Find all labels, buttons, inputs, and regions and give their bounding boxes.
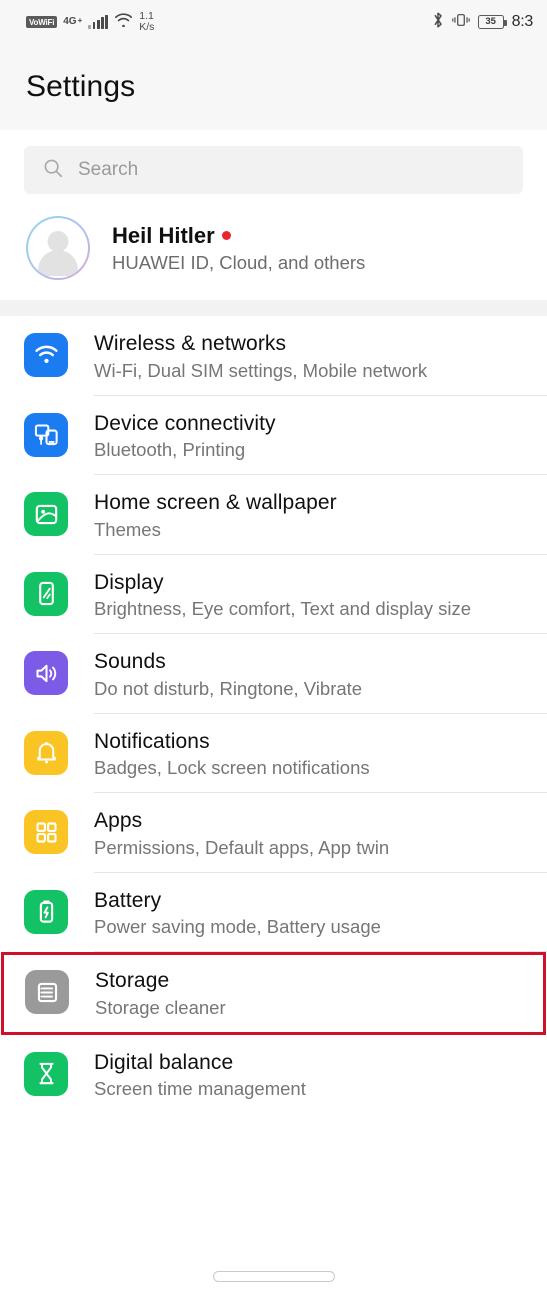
settings-row-body: Display Brightness, Eye comfort, Text and… bbox=[94, 569, 523, 634]
display-phone-icon bbox=[24, 571, 68, 616]
avatar-body-shape bbox=[38, 250, 78, 276]
battery-percent-label: 35 bbox=[485, 16, 496, 28]
account-row[interactable]: Heil Hitler HUAWEI ID, Cloud, and others bbox=[0, 194, 547, 300]
account-name: Heil Hitler bbox=[112, 222, 215, 248]
search-icon bbox=[42, 157, 64, 184]
clock-label: 8:3 bbox=[511, 13, 534, 30]
settings-list: Wireless & networks Wi-Fi, Dual SIM setti… bbox=[0, 316, 547, 1113]
network-speed-unit: K/s bbox=[139, 21, 155, 33]
account-text: Heil Hitler HUAWEI ID, Cloud, and others bbox=[112, 223, 365, 274]
bell-icon bbox=[24, 730, 68, 775]
settings-row-title: Battery bbox=[94, 888, 162, 912]
settings-row-body: Apps Permissions, Default apps, App twin bbox=[94, 807, 523, 872]
settings-row-body: Sounds Do not disturb, Ringtone, Vibrate bbox=[94, 648, 523, 713]
person-avatar-icon bbox=[47, 231, 69, 252]
settings-row-subtitle: Do not disturb, Ringtone, Vibrate bbox=[94, 677, 363, 699]
search-input[interactable]: Search bbox=[24, 146, 523, 194]
settings-row-title: Apps bbox=[94, 809, 143, 832]
settings-row-body: Battery Power saving mode, Battery usage bbox=[94, 887, 523, 952]
vowifi-badge: VoWiFi bbox=[26, 16, 58, 28]
settings-row-display[interactable]: Display Brightness, Eye comfort, Text and… bbox=[0, 555, 547, 634]
settings-row-title: Digital balance bbox=[94, 1050, 234, 1074]
settings-row-device-connectivity[interactable]: Device connectivity Bluetooth, Printing bbox=[0, 396, 547, 475]
settings-row-title: Sounds bbox=[94, 650, 166, 673]
hourglass-icon bbox=[24, 1051, 68, 1096]
wifi-icon bbox=[24, 333, 68, 377]
wallpaper-image-icon bbox=[24, 492, 68, 536]
settings-row-title: Display bbox=[94, 570, 164, 594]
battery-icon bbox=[24, 889, 68, 934]
account-subtitle: HUAWEI ID, Cloud, and others bbox=[112, 251, 366, 273]
settings-row-icon-slot bbox=[24, 887, 94, 934]
settings-row-title: Notifications bbox=[94, 729, 210, 753]
settings-row-body: Notifications Badges, Lock screen notific… bbox=[94, 728, 523, 793]
settings-row-home-screen-wallpaper[interactable]: Home screen & wallpaper Themes bbox=[0, 475, 547, 554]
settings-row-digital-balance[interactable]: Digital balance Screen time management bbox=[0, 1035, 547, 1114]
settings-row-subtitle: Themes bbox=[94, 518, 161, 540]
settings-screen: VoWiFi 4G + 1.1 K/s 35 8:3 Settings Sear… bbox=[0, 0, 547, 1300]
settings-row-subtitle: Badges, Lock screen notifications bbox=[94, 757, 370, 779]
settings-row-title: Device connectivity bbox=[94, 411, 276, 435]
storage-list-icon bbox=[25, 970, 69, 1014]
settings-row-icon-slot bbox=[24, 1049, 94, 1096]
settings-row-subtitle: Wi-Fi, Dual SIM settings, Mobile network bbox=[94, 359, 428, 381]
search-section: Search bbox=[0, 130, 547, 194]
settings-row-subtitle: Brightness, Eye comfort, Text and displa… bbox=[94, 598, 472, 620]
account-name-row: Heil Hitler bbox=[112, 223, 365, 249]
settings-row-subtitle: Power saving mode, Battery usage bbox=[94, 916, 381, 938]
settings-row-icon-slot bbox=[25, 967, 95, 1014]
bluetooth-icon bbox=[432, 11, 444, 34]
section-separator-band bbox=[0, 300, 547, 316]
vibrate-icon bbox=[451, 11, 470, 34]
device-connectivity-icon bbox=[24, 412, 68, 457]
search-placeholder: Search bbox=[78, 159, 139, 180]
settings-row-body: Digital balance Screen time management bbox=[94, 1049, 523, 1114]
home-gesture-pill[interactable] bbox=[212, 1270, 335, 1282]
network-type-plus: + bbox=[77, 16, 83, 25]
settings-row-battery[interactable]: Battery Power saving mode, Battery usage bbox=[0, 873, 547, 952]
settings-row-body: Home screen & wallpaper Themes bbox=[94, 489, 523, 554]
settings-row-icon-slot bbox=[24, 648, 94, 695]
signal-strength-icon bbox=[88, 14, 109, 29]
battery-icon: 35 bbox=[477, 15, 507, 29]
network-speed-indicator: 1.1 K/s bbox=[139, 10, 155, 33]
notification-dot-icon bbox=[221, 231, 231, 240]
settings-row-subtitle: Storage cleaner bbox=[95, 996, 226, 1018]
settings-row-wireless-networks[interactable]: Wireless & networks Wi-Fi, Dual SIM setti… bbox=[0, 316, 547, 395]
settings-row-title: Storage bbox=[95, 969, 170, 992]
settings-row-icon-slot bbox=[24, 807, 94, 854]
page-title: Settings bbox=[26, 70, 136, 103]
settings-row-icon-slot bbox=[24, 489, 94, 536]
settings-row-icon-slot bbox=[24, 330, 94, 377]
settings-row-subtitle: Bluetooth, Printing bbox=[94, 439, 246, 461]
network-type-indicator: 4G + bbox=[63, 17, 82, 27]
settings-row-icon-slot bbox=[24, 728, 94, 775]
network-type-label: 4G bbox=[63, 16, 77, 27]
settings-row-title: Home screen & wallpaper bbox=[94, 491, 337, 514]
status-bar-right: 35 8:3 bbox=[432, 11, 533, 34]
settings-row-subtitle: Screen time management bbox=[94, 1078, 306, 1100]
settings-row-storage[interactable]: Storage Storage cleaner bbox=[1, 952, 546, 1035]
settings-row-body: Storage Storage cleaner bbox=[95, 967, 519, 1032]
settings-row-subtitle: Permissions, Default apps, App twin bbox=[94, 836, 390, 858]
apps-grid-icon bbox=[24, 810, 68, 854]
status-bar-left: VoWiFi 4G + 1.1 K/s bbox=[26, 10, 155, 33]
settings-row-icon-slot bbox=[24, 410, 94, 457]
settings-row-body: Wireless & networks Wi-Fi, Dual SIM setti… bbox=[94, 330, 523, 395]
settings-row-apps[interactable]: Apps Permissions, Default apps, App twin bbox=[0, 793, 547, 872]
navigation-bar bbox=[0, 1252, 547, 1300]
status-bar: VoWiFi 4G + 1.1 K/s 35 8:3 bbox=[0, 0, 547, 44]
settings-row-title: Wireless & networks bbox=[94, 332, 287, 355]
settings-row-notifications[interactable]: Notifications Badges, Lock screen notific… bbox=[0, 714, 547, 793]
settings-row-body: Device connectivity Bluetooth, Printing bbox=[94, 410, 523, 475]
page-header: Settings bbox=[0, 44, 547, 130]
settings-row-sounds[interactable]: Sounds Do not disturb, Ringtone, Vibrate bbox=[0, 634, 547, 713]
avatar bbox=[26, 216, 90, 280]
wifi-icon bbox=[114, 12, 133, 32]
settings-row-icon-slot bbox=[24, 569, 94, 616]
speaker-volume-icon bbox=[24, 651, 68, 695]
